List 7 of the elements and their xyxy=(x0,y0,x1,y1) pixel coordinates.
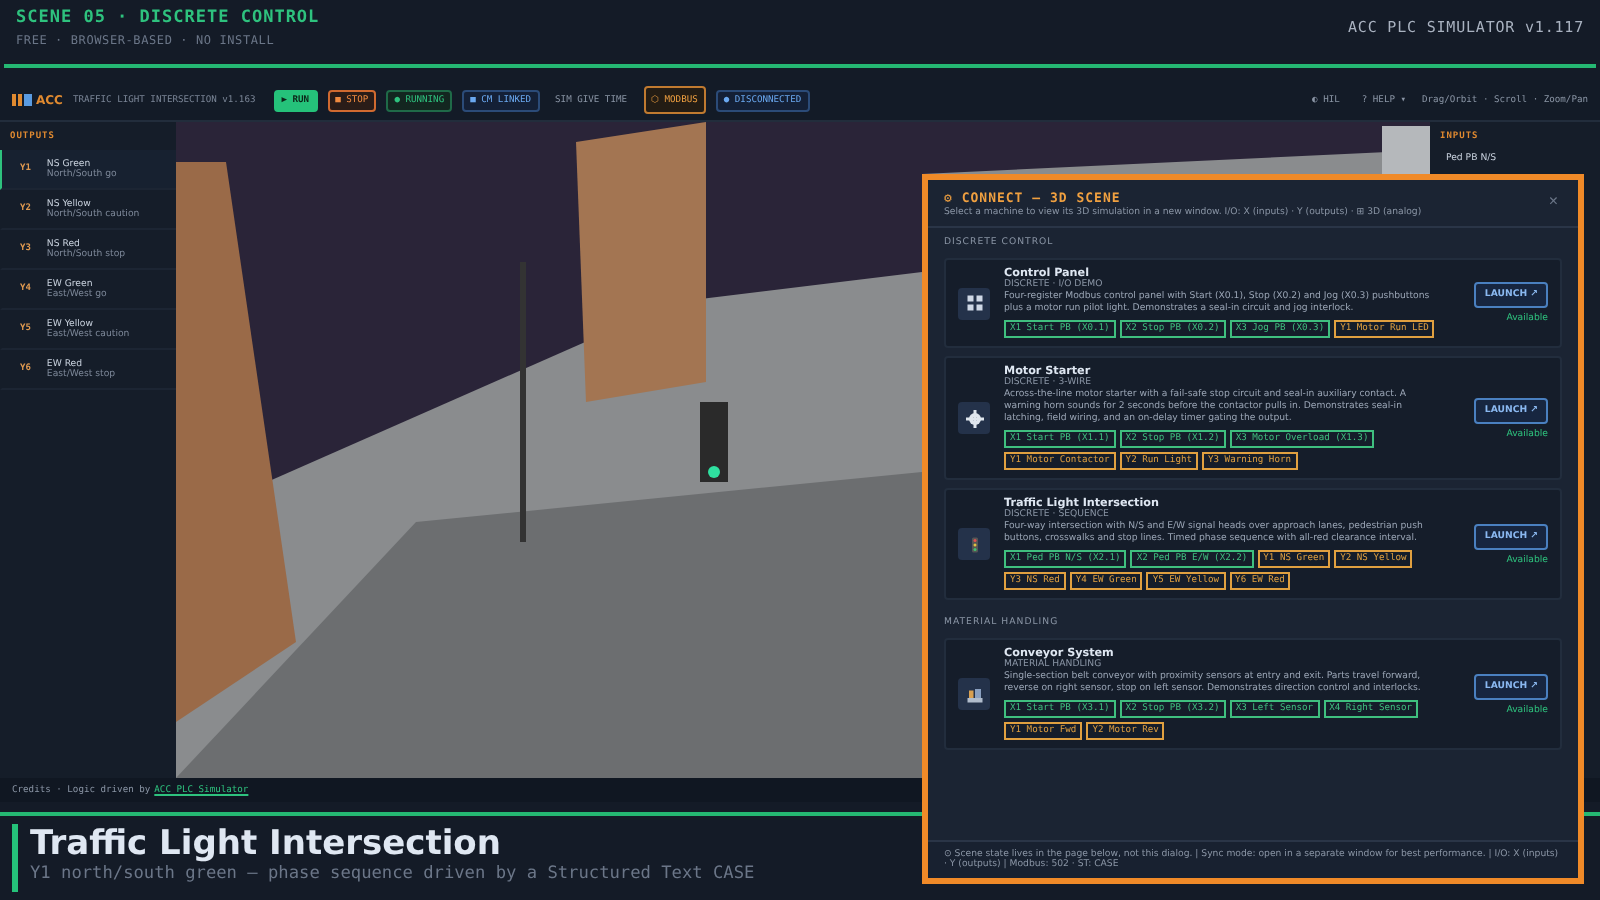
gear-icon xyxy=(965,409,983,427)
scene-heading: Traffic Light Intersection xyxy=(30,824,503,864)
scene-title: SCENE 05 · DISCRETE CONTROL xyxy=(16,8,320,28)
boxes-icon xyxy=(965,685,983,703)
scene-description: Y1 north/south green — phase sequence driven by a Structured Text CASE xyxy=(30,864,755,884)
button-grid-icon xyxy=(965,294,983,312)
logo-icon xyxy=(12,92,32,108)
